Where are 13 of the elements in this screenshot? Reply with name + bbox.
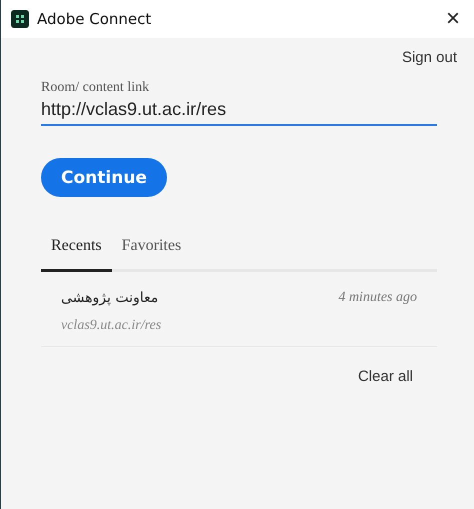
- tab[interactable]: Recents: [41, 233, 112, 272]
- meeting-name: معاونت پژوهشی: [61, 290, 158, 306]
- meeting-url: vclas9.ut.ac.ir/res: [61, 318, 162, 334]
- link-input-field[interactable]: http://vclas9.ut.ac.ir/res: [41, 97, 437, 126]
- field-label: Room/ content link: [41, 80, 150, 96]
- window-title: Adobe Connect: [37, 10, 152, 28]
- tab[interactable]: Favorites: [112, 233, 192, 272]
- close-button[interactable]: ×: [442, 7, 464, 31]
- time-ago: 4 minutes ago: [338, 290, 417, 306]
- clear-all-link[interactable]: Clear all: [358, 368, 413, 385]
- app-logo-icon: [11, 10, 29, 28]
- continue-button[interactable]: Continue: [41, 158, 167, 197]
- sign-out-link[interactable]: Sign out: [402, 49, 457, 66]
